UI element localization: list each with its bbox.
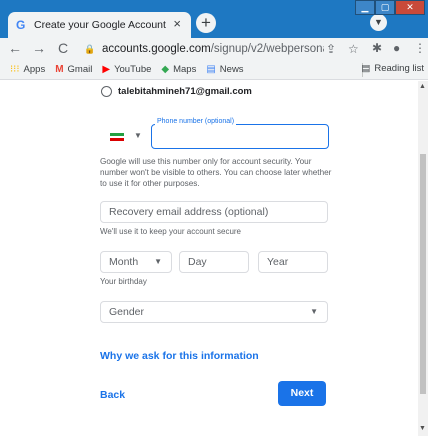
- address-bar[interactable]: 🔒 accounts.google.com/signup/v2/webperso…: [84, 39, 362, 59]
- account-email: talebitahmineh71@gmail.com: [118, 86, 252, 97]
- phone-row: ▼ Phone number (optional): [101, 118, 329, 151]
- profile-avatar-icon[interactable]: ●: [393, 41, 400, 55]
- browser-tab[interactable]: G Create your Google Account ×: [8, 12, 191, 38]
- news-icon: ▤: [206, 64, 216, 75]
- forward-arrow-icon[interactable]: →: [32, 40, 46, 56]
- month-select[interactable]: Month ▼: [100, 251, 172, 273]
- reload-icon[interactable]: C: [58, 40, 68, 56]
- birthday-label: Your birthday: [100, 277, 147, 286]
- window-titlebar: G Create your Google Account × + ▼ ▁ ▢ ✕: [0, 0, 428, 38]
- country-dropdown-caret-icon[interactable]: ▼: [134, 131, 142, 140]
- tab-search-icon[interactable]: ▼: [370, 14, 387, 31]
- scroll-thumb[interactable]: [420, 154, 426, 394]
- bookmark-apps[interactable]: ⁝⁝⁝ Apps: [10, 64, 45, 75]
- account-circle-icon: [101, 86, 112, 97]
- scroll-down-icon[interactable]: ▼: [419, 425, 426, 432]
- back-button[interactable]: Back: [100, 389, 125, 401]
- lock-icon: 🔒: [84, 43, 96, 54]
- browser-toolbar: ← → C 🔒 accounts.google.com/signup/v2/we…: [0, 38, 428, 60]
- tab-title: Create your Google Account: [34, 19, 166, 31]
- bookmark-news[interactable]: ▤ News: [206, 64, 243, 75]
- minimize-icon[interactable]: ▁: [355, 0, 375, 15]
- gmail-icon: M: [55, 64, 64, 75]
- bookmarks-bar: ⁝⁝⁝ Apps M Gmail ▶ YouTube ◆ Maps ▤ News ▤ Rea…: [0, 60, 428, 80]
- maximize-icon[interactable]: ▢: [375, 0, 395, 15]
- youtube-icon: ▶: [102, 64, 111, 75]
- close-window-icon[interactable]: ✕: [395, 0, 425, 15]
- extensions-puzzle-icon[interactable]: ✱: [372, 41, 382, 55]
- next-button[interactable]: Next: [278, 381, 326, 406]
- maps-icon: ◆: [161, 64, 170, 75]
- phone-number-input[interactable]: [151, 124, 329, 149]
- google-favicon-icon: G: [16, 18, 26, 32]
- bookmark-youtube[interactable]: ▶ YouTube: [102, 64, 151, 75]
- phone-number-label: Phone number (optional): [155, 118, 237, 125]
- phone-help-text: Google will use this number only for acc…: [100, 157, 332, 188]
- url-text: accounts.google.com/signup/v2/webpersona…: [102, 43, 324, 55]
- account-chip: talebitahmineh71@gmail.com: [101, 86, 252, 97]
- recovery-help-text: We'll use it to keep your account secure: [100, 227, 242, 236]
- iran-flag-icon[interactable]: [110, 133, 124, 142]
- window-controls: ▁ ▢ ✕: [355, 0, 425, 15]
- apps-icon: ⁝⁝⁝: [10, 64, 20, 75]
- new-tab-button[interactable]: +: [196, 13, 216, 33]
- page-content: talebitahmineh71@gmail.com ▼ Phone numbe…: [0, 81, 418, 436]
- why-we-ask-link[interactable]: Why we ask for this information: [100, 350, 259, 362]
- back-arrow-icon[interactable]: ←: [8, 40, 22, 56]
- gender-dropdown-caret-icon: ▼: [310, 307, 318, 316]
- year-input[interactable]: Year: [258, 251, 328, 273]
- reading-list-icon: ▤: [361, 63, 371, 74]
- recovery-email-input[interactable]: Recovery email address (optional): [100, 201, 328, 223]
- tab-close-icon[interactable]: ×: [173, 16, 181, 31]
- bookmark-gmail[interactable]: M Gmail: [55, 64, 92, 75]
- bookmark-maps[interactable]: ◆ Maps: [161, 64, 196, 75]
- menu-kebab-icon[interactable]: ⋮: [414, 41, 426, 55]
- month-dropdown-caret-icon: ▼: [154, 257, 162, 266]
- gender-select[interactable]: Gender ▼: [100, 301, 328, 323]
- page-scrollbar[interactable]: ▲ ▼: [418, 81, 428, 436]
- bookmark-star-icon[interactable]: ☆: [348, 42, 359, 56]
- day-input[interactable]: Day: [179, 251, 249, 273]
- reading-list-button[interactable]: ▤ Reading list: [361, 63, 424, 74]
- share-icon[interactable]: ⇪: [326, 42, 336, 56]
- scroll-up-icon[interactable]: ▲: [419, 83, 426, 90]
